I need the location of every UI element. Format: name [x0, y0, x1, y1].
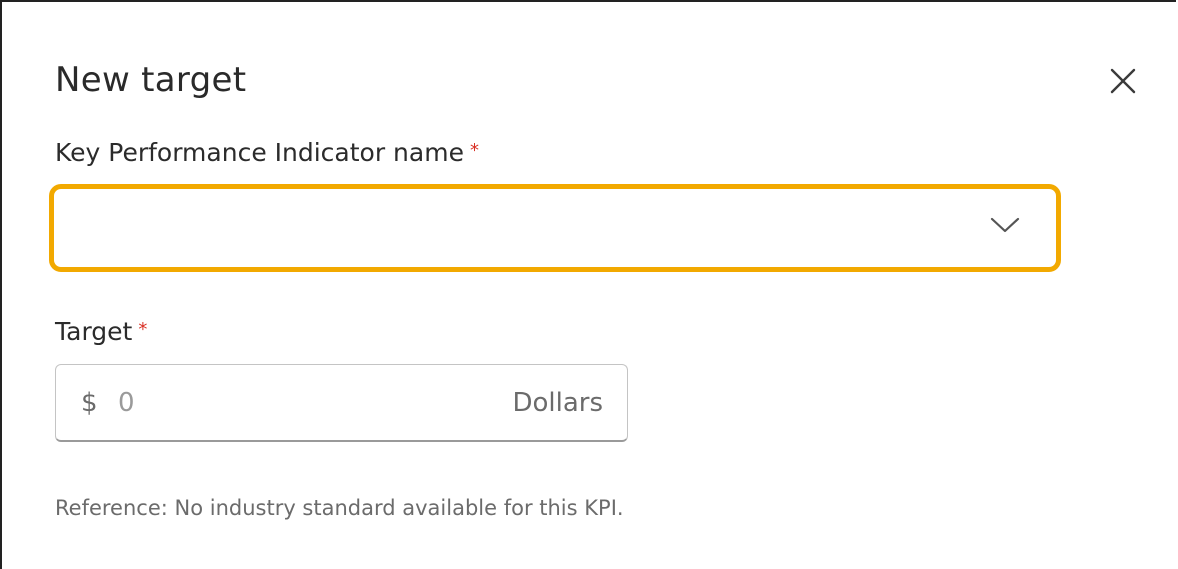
- new-target-dialog: New target Key Performance Indicator nam…: [0, 0, 1176, 569]
- unit-suffix: Dollars: [512, 388, 603, 418]
- close-icon: [1110, 68, 1136, 94]
- currency-prefix: $: [81, 388, 98, 418]
- close-button[interactable]: [1106, 64, 1140, 98]
- required-marker: *: [469, 140, 479, 161]
- kpi-name-label: Key Performance Indicator name *: [55, 137, 479, 169]
- target-amount-input[interactable]: [118, 383, 458, 423]
- reference-note: Reference: No industry standard availabl…: [55, 496, 624, 520]
- target-amount-field: $ Dollars: [55, 364, 628, 442]
- kpi-name-select[interactable]: [49, 184, 1061, 272]
- dialog-title: New target: [55, 60, 247, 100]
- target-label-text: Target: [55, 317, 133, 346]
- target-label: Target *: [55, 316, 147, 348]
- required-marker: *: [138, 319, 148, 340]
- kpi-name-label-text: Key Performance Indicator name: [55, 138, 464, 167]
- chevron-down-icon: [990, 217, 1020, 233]
